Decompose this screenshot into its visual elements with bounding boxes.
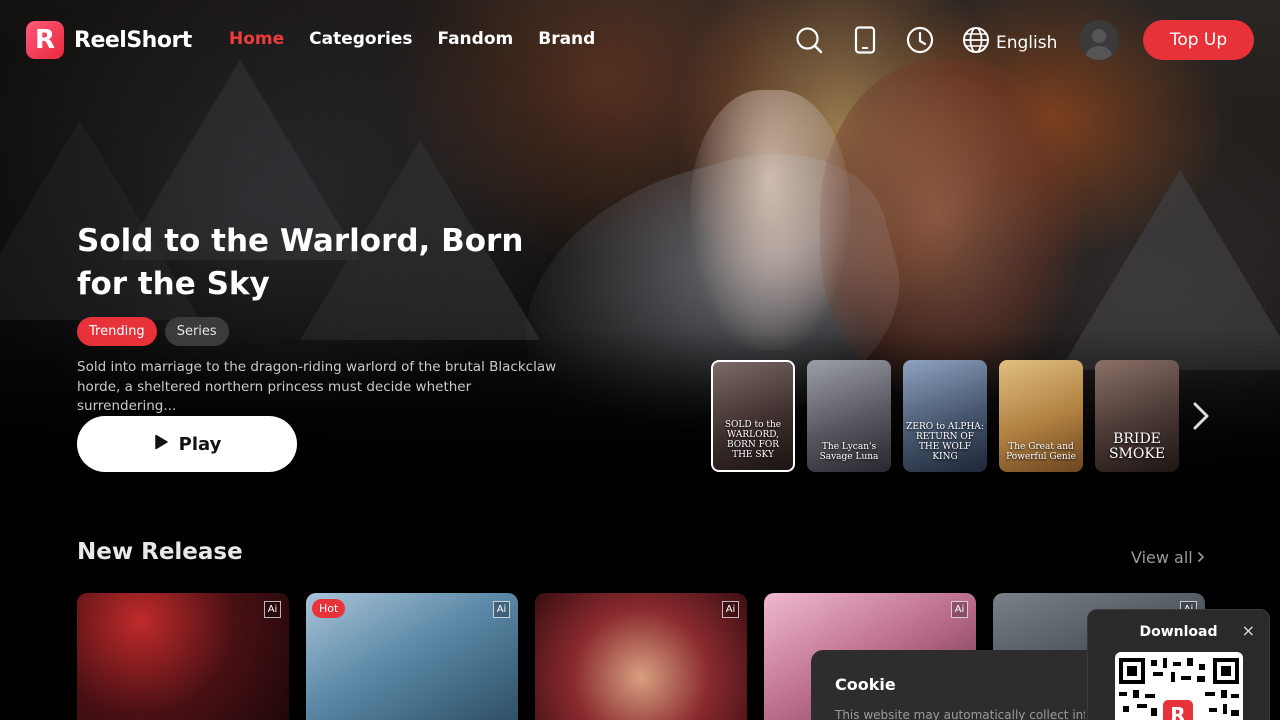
top-header: R ReelShort Home Categories Fandom Brand…: [0, 0, 1280, 80]
history-icon[interactable]: [906, 26, 934, 54]
ai-badge: Ai: [264, 601, 281, 618]
hero-tags: Trending Series: [77, 317, 229, 346]
main-nav: Home Categories Fandom Brand: [229, 29, 595, 49]
logo-text: ReelShort: [74, 27, 192, 53]
globe-icon: [962, 26, 990, 59]
thumbnail-card[interactable]: ZERO to ALPHA: RETURN OF THE WOLF KING: [903, 360, 987, 472]
mobile-app-icon[interactable]: [851, 26, 879, 54]
carousel-next-icon[interactable]: [1189, 400, 1213, 432]
hero-title: Sold to the Warlord, Born for the Sky: [77, 223, 524, 302]
cookie-text: This website may automatically collect i…: [835, 708, 1085, 720]
ai-badge: Ai: [951, 601, 968, 618]
thumbnail-title: The Lycan's Savage Luna: [819, 442, 879, 462]
svg-text:R: R: [1170, 703, 1185, 720]
close-icon[interactable]: ×: [1242, 621, 1255, 640]
tag-series[interactable]: Series: [164, 317, 229, 346]
qr-code: R: [1115, 652, 1243, 720]
language-selector[interactable]: English: [962, 26, 1057, 59]
thumbnail-title: BRIDE SMOKE: [1108, 431, 1166, 462]
thumbnail-title: SOLD to the WARLORD, BORN FOR THE SKY: [724, 420, 782, 460]
hero-description: Sold into marriage to the dragon-riding …: [77, 359, 557, 414]
ai-badge: Ai: [493, 601, 510, 618]
download-popup: Download × R: [1087, 609, 1270, 720]
logo-mark: R: [26, 21, 64, 59]
play-label: Play: [178, 433, 222, 455]
thumbnail-card[interactable]: BRIDE SMOKE: [1095, 360, 1179, 472]
cookie-title: Cookie: [835, 675, 896, 694]
release-card[interactable]: Ai: [535, 593, 747, 720]
thumbnail-card[interactable]: SOLD to the WARLORD, BORN FOR THE SKY: [711, 360, 795, 472]
thumbnail-title: The Great and Powerful Genie: [1006, 442, 1076, 462]
view-all-label: View all: [1131, 548, 1193, 567]
search-icon[interactable]: [795, 26, 823, 54]
nav-home[interactable]: Home: [229, 29, 284, 49]
section-title: New Release: [77, 539, 243, 565]
ai-badge: Ai: [722, 601, 739, 618]
brand-logo[interactable]: R ReelShort: [26, 21, 192, 59]
release-card[interactable]: Ai: [77, 593, 289, 720]
top-up-button[interactable]: Top Up: [1143, 20, 1254, 60]
chevron-right-icon: [1197, 548, 1205, 567]
hot-badge: Hot: [312, 599, 346, 618]
hero-thumbnail-carousel: SOLD to the WARLORD, BORN FOR THE SKY Th…: [711, 360, 1179, 472]
nav-categories[interactable]: Categories: [309, 29, 412, 49]
tag-trending[interactable]: Trending: [77, 317, 157, 346]
avatar[interactable]: [1079, 20, 1119, 60]
thumbnail-card[interactable]: The Great and Powerful Genie: [999, 360, 1083, 472]
nav-brand[interactable]: Brand: [538, 29, 595, 49]
nav-fandom[interactable]: Fandom: [437, 29, 513, 49]
play-button[interactable]: Play: [77, 416, 297, 472]
thumbnail-card[interactable]: The Lycan's Savage Luna: [807, 360, 891, 472]
release-card[interactable]: Hot Ai: [306, 593, 518, 720]
view-all-link[interactable]: View all: [1131, 548, 1205, 567]
play-icon: [153, 434, 169, 455]
language-label: English: [996, 32, 1058, 53]
thumbnail-title: ZERO to ALPHA: RETURN OF THE WOLF KING: [906, 422, 984, 462]
